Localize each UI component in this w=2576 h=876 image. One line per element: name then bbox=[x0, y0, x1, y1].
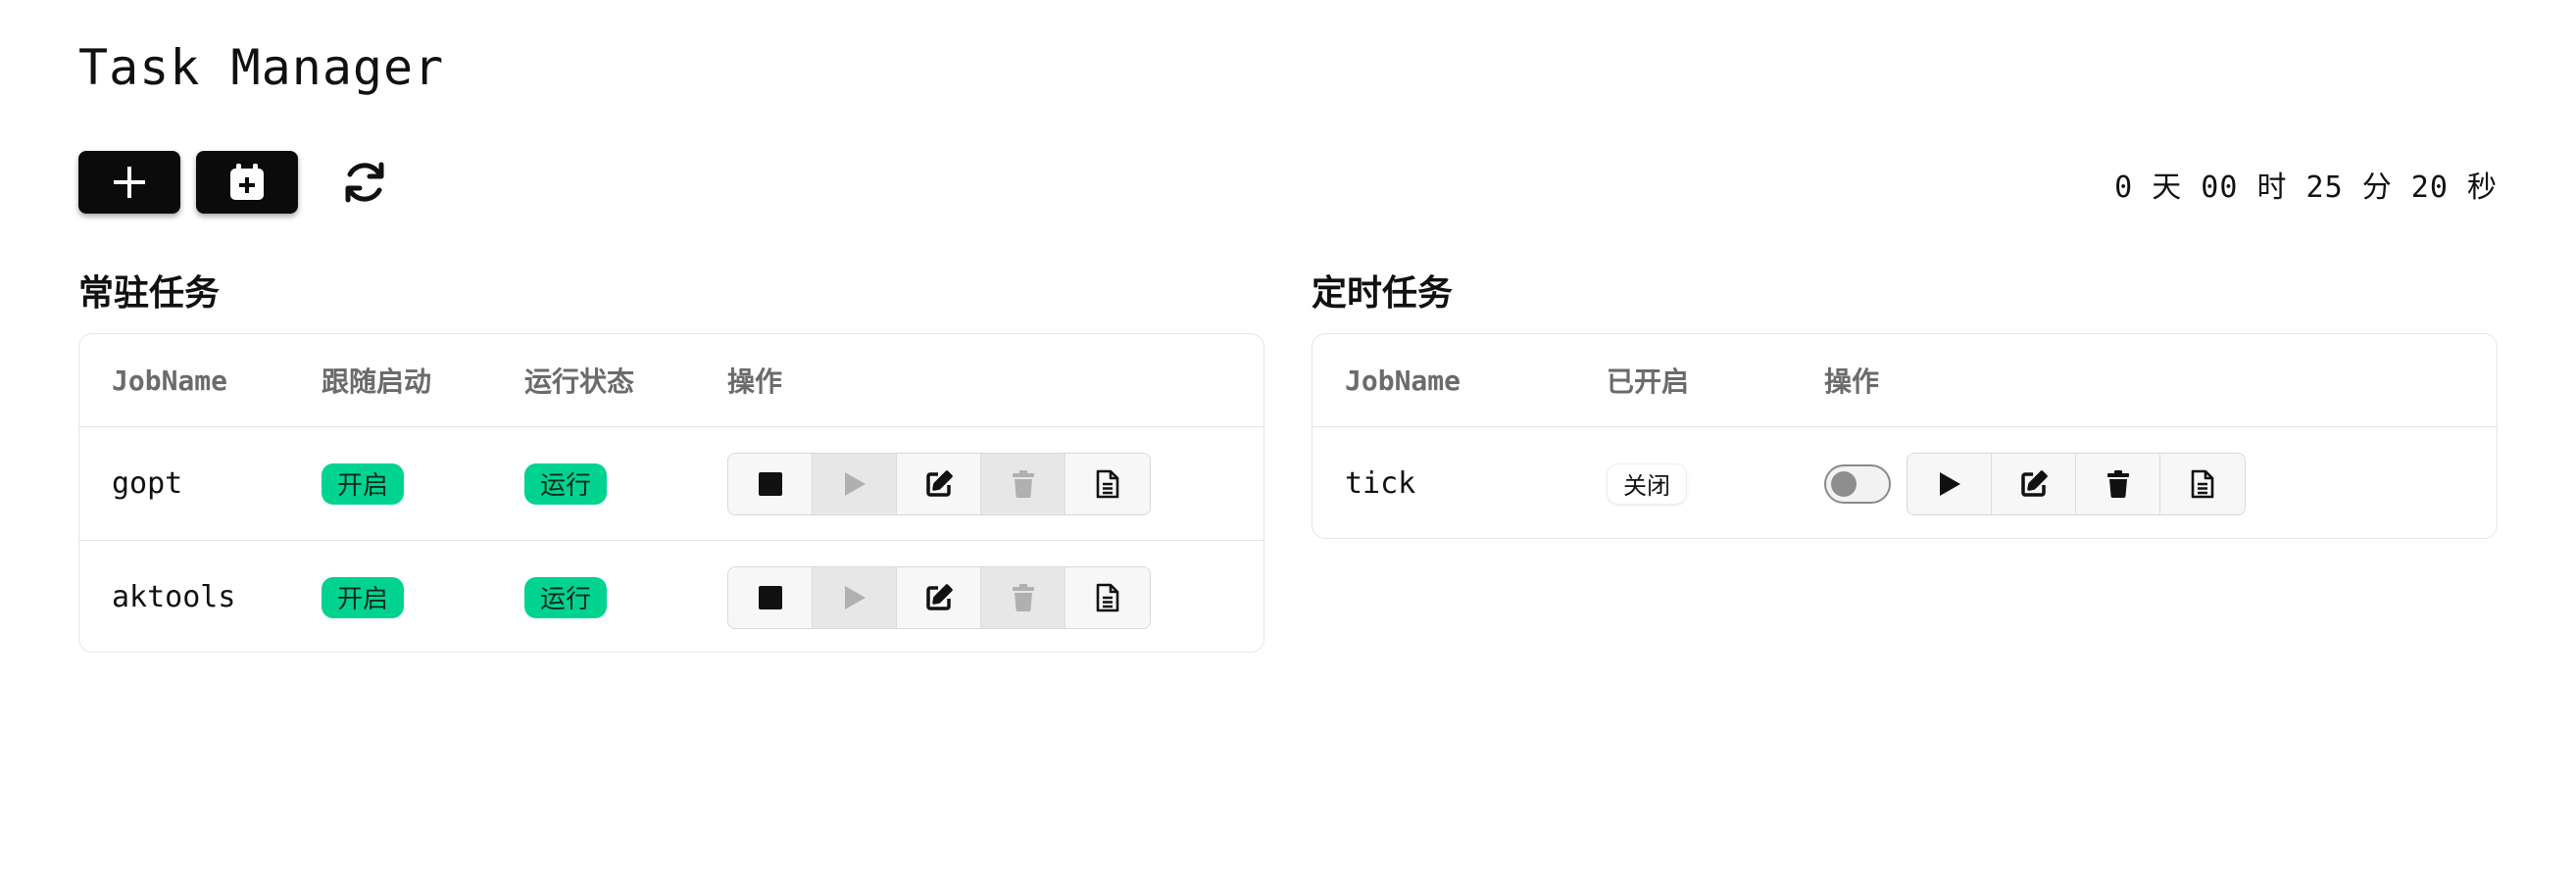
refresh-icon bbox=[345, 162, 384, 203]
stop-button[interactable] bbox=[728, 566, 813, 628]
column-header-actions: 操作 bbox=[1824, 365, 1880, 398]
logs-button[interactable] bbox=[1065, 453, 1150, 514]
resident-tasks-table: JobName 跟随启动 运行状态 操作 gopt 开启 运行 aktools … bbox=[78, 333, 1264, 653]
logs-button[interactable] bbox=[1065, 566, 1150, 628]
refresh-button[interactable] bbox=[339, 157, 390, 208]
add-scheduled-task-button[interactable] bbox=[196, 151, 298, 214]
edit-button[interactable] bbox=[1992, 453, 2076, 514]
edit-icon bbox=[2020, 469, 2048, 497]
run-button[interactable] bbox=[1907, 453, 1992, 514]
table-header: JobName 已开启 操作 bbox=[1313, 334, 2497, 426]
trash-icon bbox=[1012, 469, 1034, 498]
calendar-plus-icon bbox=[230, 164, 264, 200]
file-text-icon bbox=[1096, 583, 1119, 611]
action-button-group bbox=[727, 565, 1151, 629]
action-button-group bbox=[727, 452, 1151, 515]
column-header-status: 运行状态 bbox=[524, 365, 635, 398]
job-name: gopt bbox=[112, 466, 183, 501]
stop-icon bbox=[758, 471, 782, 496]
plus-icon bbox=[114, 167, 145, 198]
column-header-jobname: JobName bbox=[1345, 364, 1461, 397]
delete-button[interactable] bbox=[2076, 453, 2160, 514]
action-button-group bbox=[1907, 452, 2246, 515]
start-button[interactable] bbox=[813, 566, 897, 628]
play-icon bbox=[1939, 471, 1960, 496]
follow-start-badge: 开启 bbox=[322, 462, 405, 505]
table-header: JobName 跟随启动 运行状态 操作 bbox=[79, 334, 1263, 426]
column-header-follow-start: 跟随启动 bbox=[322, 365, 432, 398]
enable-toggle[interactable] bbox=[1824, 463, 1891, 504]
edit-icon bbox=[925, 469, 953, 497]
follow-start-badge: 开启 bbox=[322, 576, 405, 618]
job-name: aktools bbox=[112, 580, 236, 614]
table-row: gopt 开启 运行 bbox=[79, 426, 1263, 540]
scheduled-tasks-table: JobName 已开启 操作 tick 关闭 bbox=[1312, 333, 2498, 539]
column-header-enabled: 已开启 bbox=[1607, 365, 1690, 398]
column-header-actions: 操作 bbox=[727, 365, 783, 398]
delete-button[interactable] bbox=[981, 566, 1065, 628]
play-icon bbox=[844, 585, 866, 609]
start-button[interactable] bbox=[813, 453, 897, 514]
status-badge: 运行 bbox=[524, 576, 608, 618]
play-icon bbox=[844, 471, 866, 496]
column-header-jobname: JobName bbox=[112, 364, 228, 397]
edit-button[interactable] bbox=[897, 453, 981, 514]
file-text-icon bbox=[1096, 469, 1119, 498]
status-badge: 运行 bbox=[524, 462, 608, 505]
file-text-icon bbox=[2191, 469, 2214, 498]
edit-button[interactable] bbox=[897, 566, 981, 628]
scheduled-tasks-title: 定时任务 bbox=[1312, 273, 1454, 314]
enabled-badge: 关闭 bbox=[1607, 462, 1687, 505]
table-row: aktools 开启 运行 bbox=[79, 540, 1263, 652]
resident-tasks-title: 常驻任务 bbox=[78, 273, 221, 314]
logs-button[interactable] bbox=[2160, 453, 2245, 514]
page-title: Task Manager bbox=[78, 39, 445, 96]
stop-button[interactable] bbox=[728, 453, 813, 514]
toggle-knob bbox=[1831, 470, 1857, 497]
edit-icon bbox=[925, 583, 953, 610]
delete-button[interactable] bbox=[981, 453, 1065, 514]
add-task-button[interactable] bbox=[78, 151, 180, 214]
stop-icon bbox=[758, 585, 782, 609]
trash-icon bbox=[1012, 583, 1034, 611]
job-name: tick bbox=[1345, 466, 1416, 501]
table-row: tick 关闭 bbox=[1313, 426, 2497, 538]
trash-icon bbox=[2106, 469, 2129, 498]
uptime-display: 0 天 00 时 25 分 20 秒 bbox=[2114, 170, 2498, 205]
